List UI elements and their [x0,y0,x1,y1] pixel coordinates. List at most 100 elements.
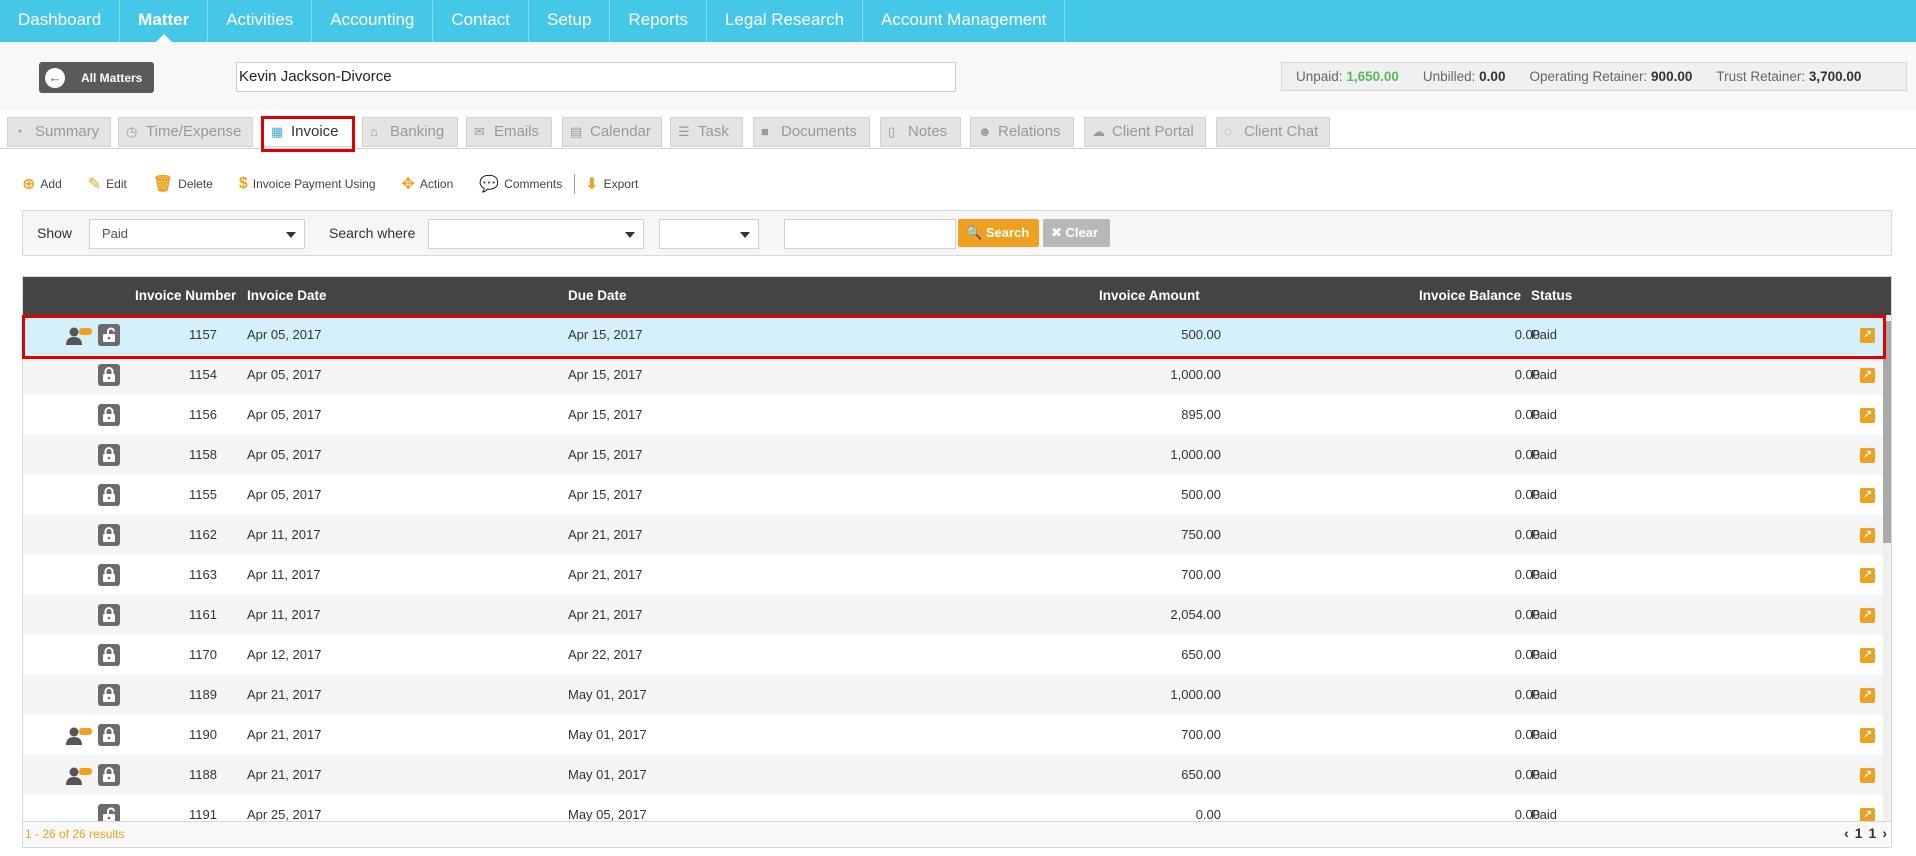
table-row[interactable]: 1190 Apr 21, 2017 May 01, 2017 700.00 0.00 Pa… [23,715,1883,755]
delete-button[interactable]: 🗑 Delete [153,174,213,194]
table-row[interactable]: 1170 Apr 12, 2017 Apr 22, 2017 650.00 0.00 Pa… [23,635,1883,675]
search-operator-select[interactable] [659,219,759,249]
open-invoice-icon[interactable]: ↗ [1860,368,1875,383]
open-invoice-icon[interactable]: ↗ [1860,768,1875,783]
table-row[interactable]: 1158 Apr 05, 2017 Apr 15, 2017 1,000.00 0.00… [23,435,1883,475]
lock-icon[interactable] [98,524,120,546]
lock-icon[interactable] [98,724,120,746]
nav-setup[interactable]: Setup [529,0,611,42]
table-row[interactable]: 1191 Apr 25, 2017 May 05, 2017 0.00 0.00 Paid… [23,795,1883,821]
nav-accounting[interactable]: Accounting [312,0,434,42]
due-date: Apr 21, 2017 [568,567,643,582]
lock-icon[interactable] [98,484,120,506]
open-invoice-icon[interactable]: ↗ [1860,328,1875,343]
unlock-icon[interactable] [98,324,120,346]
invoice-status: Paid [1531,807,1558,821]
unbilled-label: Unbilled: [1422,69,1476,84]
open-invoice-icon[interactable]: ↗ [1860,808,1875,821]
table-row[interactable]: 1154 Apr 05, 2017 Apr 15, 2017 1,000.00 0.00… [23,355,1883,395]
tab-relations[interactable]: ☻ Relations [970,117,1074,147]
open-invoice-icon[interactable]: ↗ [1860,568,1875,583]
open-invoice-icon[interactable]: ↗ [1860,528,1875,543]
tab-banking[interactable]: ⌂ Banking [362,117,458,147]
table-row[interactable]: 1188 Apr 21, 2017 May 01, 2017 650.00 0.00 Pa… [23,755,1883,795]
tab-summary[interactable]: ◔ Summary [7,117,111,147]
open-invoice-icon[interactable]: ↗ [1860,648,1875,663]
all-matters-button[interactable]: ← All Matters [39,62,154,93]
table-row[interactable]: 1163 Apr 11, 2017 Apr 21, 2017 700.00 0.00 Pa… [23,555,1883,595]
header-invoice-number[interactable]: Invoice Number [135,288,236,303]
table-row[interactable]: 1155 Apr 05, 2017 Apr 15, 2017 500.00 0.00 Pa… [23,475,1883,515]
chevron-down-icon [286,232,296,238]
pagination: ‹ 1 1 › [1844,825,1887,841]
comments-button[interactable]: 💬 Comments [479,174,562,194]
nav-matter[interactable]: Matter [120,0,209,42]
tab-time-expense[interactable]: ◷ Time/Expense [118,117,253,147]
header-invoice-amount[interactable]: Invoice Amount [1099,288,1200,303]
prev-page-button[interactable]: ‹ [1844,825,1849,841]
lock-icon[interactable] [98,644,120,666]
invoice-number: 1188 [189,767,217,782]
invoice-status: Paid [1531,407,1558,422]
open-invoice-icon[interactable]: ↗ [1860,688,1875,703]
nav-activities[interactable]: Activities [208,0,313,42]
open-invoice-icon[interactable]: ↗ [1860,608,1875,623]
table-row[interactable]: 1156 Apr 05, 2017 Apr 15, 2017 895.00 0.00 Pa… [23,395,1883,435]
search-button[interactable]: 🔍 Search [958,219,1039,247]
nav-contact[interactable]: Contact [433,0,529,42]
header-due-date[interactable]: Due Date [568,288,627,303]
invoice-date: Apr 11, 2017 [247,567,321,582]
action-button[interactable]: ✥ Action [402,174,454,194]
show-select[interactable]: Paid [89,219,305,249]
current-page[interactable]: 1 [1855,825,1863,841]
grid-scrollbar-thumb[interactable] [1883,321,1891,543]
header-invoice-date[interactable]: Invoice Date [247,288,327,303]
invoice-payment-button[interactable]: $ Invoice Payment Using [239,175,376,193]
matter-name-field[interactable]: Kevin Jackson-Divorce [236,62,956,92]
tab-client-chat[interactable]: ◌ Client Chat [1216,117,1330,147]
lock-icon[interactable] [98,764,120,786]
tab-task[interactable]: ☰ Task [670,117,743,147]
clear-button[interactable]: ✖ Clear [1043,219,1110,247]
header-invoice-balance[interactable]: Invoice Balance [1419,288,1521,303]
add-button[interactable]: ⊕ Add [22,174,62,194]
invoice-status: Paid [1531,527,1558,542]
tab-notes[interactable]: ▯ Notes [880,117,961,147]
unlock-icon[interactable] [98,804,120,821]
invoice-number: 1189 [189,687,217,702]
search-where-select[interactable] [428,219,644,249]
invoice-number: 1154 [189,367,217,382]
open-invoice-icon[interactable]: ↗ [1860,488,1875,503]
lock-icon[interactable] [98,684,120,706]
table-row[interactable]: 1161 Apr 11, 2017 Apr 21, 2017 2,054.00 0.00… [23,595,1883,635]
tab-documents[interactable]: ■ Documents [753,117,870,147]
invoice-date: Apr 11, 2017 [247,527,321,542]
lock-icon[interactable] [98,444,120,466]
open-invoice-icon[interactable]: ↗ [1860,728,1875,743]
lock-icon[interactable] [98,604,120,626]
lock-icon[interactable] [98,564,120,586]
tab-calendar[interactable]: ▤ Calendar [562,117,662,147]
lock-icon[interactable] [98,364,120,386]
search-input[interactable] [784,219,956,249]
table-row[interactable]: 1162 Apr 11, 2017 Apr 21, 2017 750.00 0.00 Pa… [23,515,1883,555]
tab-invoice[interactable]: ▦ Invoice [263,117,353,147]
table-row[interactable]: 1189 Apr 21, 2017 May 01, 2017 1,000.00 0.00… [23,675,1883,715]
export-button[interactable]: ⬇ Export [585,174,638,194]
edit-button[interactable]: ✎ Edit [88,174,127,194]
lock-icon[interactable] [98,404,120,426]
nav-legal-research[interactable]: Legal Research [707,0,864,42]
toolbar-divider [574,174,576,194]
tab-emails[interactable]: ✉ Emails [466,117,552,147]
open-invoice-icon[interactable]: ↗ [1860,448,1875,463]
next-page-button[interactable]: › [1882,825,1887,841]
balance-summary: Unpaid: 1,650.00 Unbilled: 0.00 Operatin… [1281,62,1907,91]
invoice-amount: 0.00 [1195,807,1221,821]
tab-client-portal[interactable]: ☁ Client Portal [1084,117,1206,147]
open-invoice-icon[interactable]: ↗ [1860,408,1875,423]
nav-dashboard[interactable]: Dashboard [0,0,121,42]
nav-reports[interactable]: Reports [610,0,707,42]
table-row[interactable]: 1157 Apr 05, 2017 Apr 15, 2017 500.00 0.00 Pa… [23,315,1883,355]
header-status[interactable]: Status [1531,288,1572,303]
nav-account-management[interactable]: Account Management [863,0,1066,42]
